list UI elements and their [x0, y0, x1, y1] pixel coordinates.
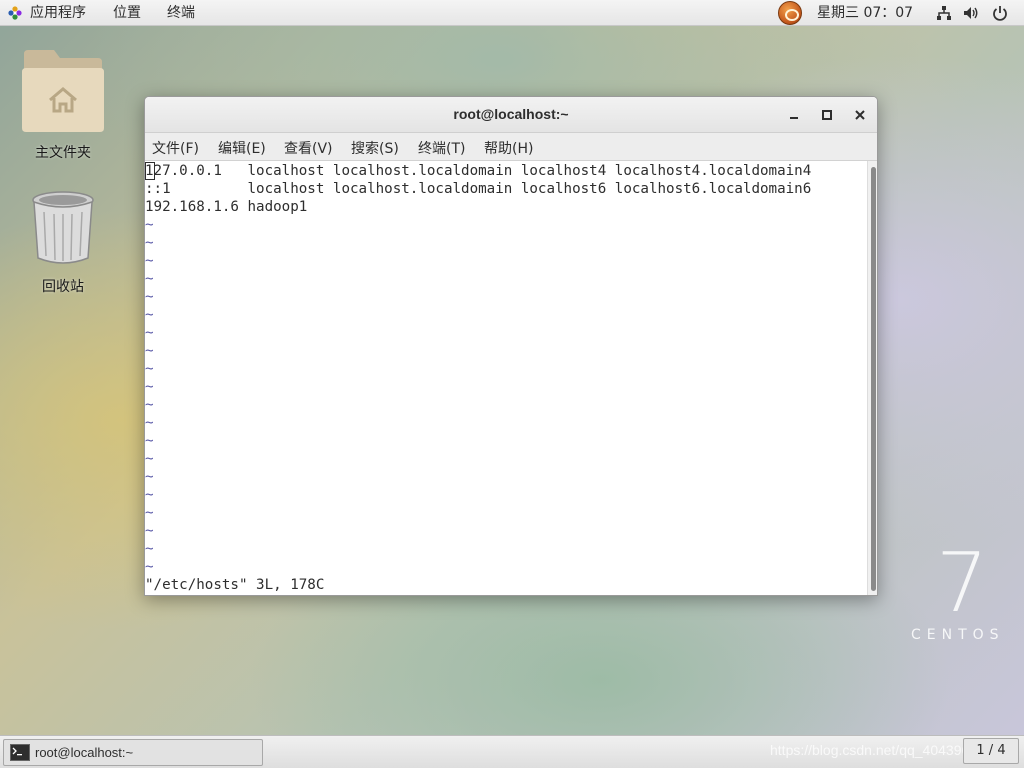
- vim-tilde-line: ~: [145, 307, 154, 323]
- terminal-window[interactable]: root@localhost:~ 文件(F) 编辑(E) 查看(V) 搜索(S)…: [144, 96, 878, 596]
- vim-tilde-line: ~: [145, 523, 154, 539]
- maximize-icon[interactable]: [819, 107, 835, 123]
- scrollbar-thumb[interactable]: [871, 167, 876, 591]
- home-folder-desktop-icon[interactable]: 主文件夹: [13, 48, 113, 162]
- vim-tilde-line: ~: [145, 451, 154, 467]
- minimize-icon[interactable]: [786, 107, 802, 123]
- trash-label: 回收站: [42, 279, 84, 295]
- vim-tilde-line: ~: [145, 541, 154, 557]
- menu-view[interactable]: 查看(V): [284, 138, 333, 158]
- vim-tilde-line: ~: [145, 469, 154, 485]
- title-bar[interactable]: root@localhost:~: [145, 97, 877, 133]
- power-icon[interactable]: [992, 5, 1008, 21]
- vim-tilde-line: ~: [145, 217, 154, 233]
- hosts-line: ::1 localhost localhost.localdomain loca…: [145, 181, 812, 197]
- vim-tilde-line: ~: [145, 415, 154, 431]
- top-panel: 应用程序 位置 终端 星期三 07：07: [0, 0, 1024, 26]
- hosts-line: 127.0.0.1 localhost localhost.localdomai…: [145, 163, 812, 179]
- menu-search[interactable]: 搜索(S): [351, 138, 399, 158]
- vim-tilde-line: ~: [145, 343, 154, 359]
- vim-tilde-line: ~: [145, 235, 154, 251]
- vim-tilde-line: ~: [145, 379, 154, 395]
- window-title: root@localhost:~: [453, 106, 569, 122]
- vim-tilde-line: ~: [145, 397, 154, 413]
- vim-tilde-line: ~: [145, 325, 154, 341]
- trash-icon: [32, 191, 94, 264]
- centos-seven-logo: 7: [936, 545, 984, 617]
- centos-wordmark: CENTOS: [911, 627, 1005, 643]
- vim-tilde-line: ~: [145, 253, 154, 269]
- vim-tilde-line: ~: [145, 271, 154, 287]
- apps-icon[interactable]: [8, 6, 22, 20]
- vim-status-line: "/etc/hosts" 3L, 178C: [145, 577, 325, 593]
- menu-bar: 文件(F) 编辑(E) 查看(V) 搜索(S) 终端(T) 帮助(H): [145, 133, 877, 161]
- network-icon[interactable]: [936, 5, 952, 21]
- menu-edit[interactable]: 编辑(E): [218, 138, 266, 158]
- places-menu[interactable]: 位置: [113, 0, 141, 26]
- menu-help[interactable]: 帮助(H): [484, 138, 533, 158]
- applications-menu[interactable]: 应用程序: [30, 0, 86, 26]
- vim-tilde-line: ~: [145, 505, 154, 521]
- vim-tilde-line: ~: [145, 361, 154, 377]
- clock[interactable]: 星期三 07：07: [817, 0, 913, 26]
- workspace-switcher[interactable]: 1 / 4: [963, 738, 1019, 764]
- trash-desktop-icon[interactable]: 回收站: [13, 190, 113, 296]
- menu-terminal[interactable]: 终端(T): [418, 138, 465, 158]
- home-folder-label: 主文件夹: [35, 145, 91, 161]
- vim-tilde-line: ~: [145, 559, 154, 575]
- watermark-url: https://blog.csdn.net/qq_40439654: [770, 742, 985, 758]
- hosts-line: 192.168.1.6 hadoop1: [145, 199, 308, 215]
- vim-tilde-line: ~: [145, 433, 154, 449]
- volume-icon[interactable]: [963, 5, 979, 21]
- terminal-app-menu[interactable]: 终端: [167, 0, 195, 26]
- vim-tilde-line: ~: [145, 487, 154, 503]
- user-avatar-icon[interactable]: [778, 1, 802, 25]
- terminal-content[interactable]: 127.0.0.1 localhost localhost.localdomai…: [145, 161, 867, 595]
- taskbar-terminal-item[interactable]: root@localhost:~: [3, 739, 263, 766]
- home-folder-icon: [22, 50, 104, 132]
- taskbar-item-label: root@localhost:~: [35, 745, 134, 760]
- terminal-icon: [10, 744, 30, 761]
- close-icon[interactable]: [852, 107, 868, 123]
- vim-tilde-line: ~: [145, 289, 154, 305]
- terminal-scrollbar[interactable]: [867, 161, 877, 595]
- logo-number: 7: [936, 545, 984, 617]
- menu-file[interactable]: 文件(F): [152, 138, 199, 158]
